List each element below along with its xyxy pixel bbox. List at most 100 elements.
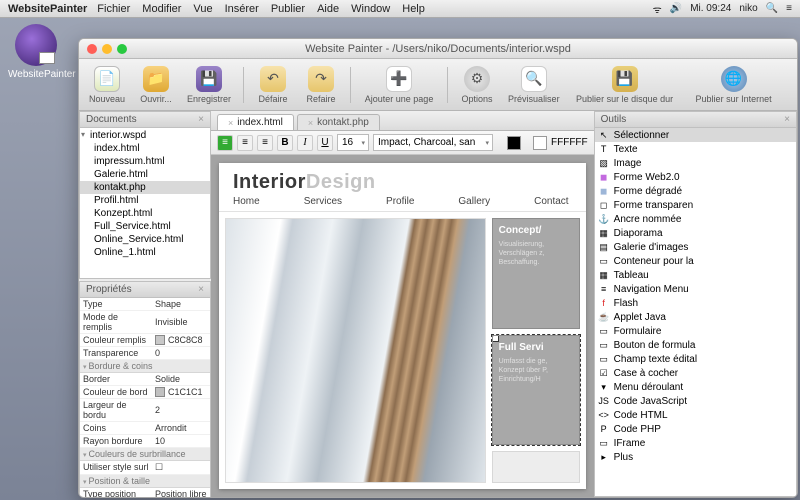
wifi-icon[interactable]: ᯤ — [653, 2, 662, 16]
tool-item[interactable]: ◼Forme Web2.0 — [595, 170, 796, 184]
property-row[interactable]: TypeShape — [80, 298, 210, 311]
tab-index[interactable]: ×index.html — [217, 114, 294, 130]
underline-button[interactable]: U — [317, 135, 333, 151]
close-button[interactable] — [87, 44, 97, 54]
new-button[interactable]: 📄Nouveau — [85, 64, 129, 106]
spotlight-icon[interactable]: 🔍 — [766, 3, 778, 14]
property-row[interactable]: Transparence0 — [80, 347, 210, 360]
file-item[interactable]: Profil.html — [80, 194, 210, 207]
tool-item[interactable]: ▭Formulaire — [595, 324, 796, 338]
file-item[interactable]: Online_Service.html — [80, 233, 210, 246]
clock[interactable]: Mi. 09:24 — [690, 3, 731, 14]
tool-item[interactable]: TTexte — [595, 142, 796, 156]
publish-web-button[interactable]: 🌐Publier sur Internet — [686, 64, 782, 106]
font-size-select[interactable]: 16 — [337, 134, 369, 151]
tool-item[interactable]: ▤Galerie d'images — [595, 240, 796, 254]
sidebar-blank[interactable] — [492, 451, 580, 483]
page-canvas[interactable]: InteriorDesign Home Services Profile Gal… — [211, 155, 594, 497]
tool-item[interactable]: JSCode JavaScript — [595, 394, 796, 408]
tool-item[interactable]: ◼Forme dégradé — [595, 184, 796, 198]
publish-disk-button[interactable]: 💾Publier sur le disque dur — [570, 64, 680, 106]
minimize-button[interactable] — [102, 44, 112, 54]
property-row[interactable]: Mode de remplisInvisible — [80, 311, 210, 334]
property-row[interactable]: BorderSolide — [80, 373, 210, 386]
file-item[interactable]: Galerie.html — [80, 168, 210, 181]
tool-item[interactable]: ◻Forme transparen — [595, 198, 796, 212]
tool-item[interactable]: ⚓Ancre nommée — [595, 212, 796, 226]
tool-item[interactable]: ▭Conteneur pour la — [595, 254, 796, 268]
undo-button[interactable]: ↶Défaire — [252, 64, 294, 106]
tool-item[interactable]: ▭Bouton de formula — [595, 338, 796, 352]
file-item[interactable]: impressum.html — [80, 155, 210, 168]
close-tab-icon[interactable]: × — [228, 118, 233, 128]
tool-item[interactable]: ↖Sélectionner — [595, 128, 796, 142]
menu-aide[interactable]: Aide — [317, 3, 339, 15]
property-row[interactable]: Couleur de bordC1C1C1 — [80, 386, 210, 399]
align-center-button[interactable]: ≡ — [237, 135, 253, 151]
site-logo[interactable]: InteriorDesign — [219, 163, 586, 196]
nav-home[interactable]: Home — [233, 196, 260, 207]
documents-tree[interactable]: interior.wspd index.htmlimpressum.htmlGa… — [80, 128, 210, 278]
property-row[interactable]: Couleur remplisC8C8C8 — [80, 334, 210, 347]
preview-button[interactable]: 🔍Prévisualiser — [504, 64, 564, 106]
file-item[interactable]: Konzept.html — [80, 207, 210, 220]
tool-item[interactable]: ▾Menu déroulant — [595, 380, 796, 394]
bold-button[interactable]: B — [277, 135, 293, 151]
property-row[interactable]: Rayon bordure10 — [80, 435, 210, 448]
tool-item[interactable]: PCode PHP — [595, 422, 796, 436]
tool-item[interactable]: <>Code HTML — [595, 408, 796, 422]
desktop-app-icon[interactable]: WebsitePainter — [8, 24, 64, 80]
nav-services[interactable]: Services — [304, 196, 342, 207]
file-item[interactable]: index.html — [80, 142, 210, 155]
properties-list[interactable]: TypeShapeMode de remplisInvisibleCouleur… — [80, 298, 210, 497]
tools-list[interactable]: ↖SélectionnerTTexte▧Image◼Forme Web2.0◼F… — [595, 128, 796, 496]
add-page-button[interactable]: ➕Ajouter une page — [359, 64, 439, 106]
tool-item[interactable]: ≡Navigation Menu — [595, 282, 796, 296]
menu-vue[interactable]: Vue — [193, 3, 212, 15]
sidebar-card-fullservice[interactable]: Full ServiUmfasst die ge, Konzept über P… — [492, 335, 580, 446]
hero-image[interactable] — [225, 218, 486, 483]
tool-item[interactable]: ▦Diaporama — [595, 226, 796, 240]
close-tab-icon[interactable]: × — [308, 118, 313, 128]
align-right-button[interactable]: ≡ — [257, 135, 273, 151]
property-category[interactable]: Position & taille — [80, 475, 210, 488]
tool-item[interactable]: fFlash — [595, 296, 796, 310]
menu-window[interactable]: Window — [351, 3, 390, 15]
sidebar-card-concept[interactable]: Concept/Visualisierung, Verschlägen z, B… — [492, 218, 580, 329]
font-family-select[interactable]: Impact, Charcoal, san — [373, 134, 493, 151]
property-row[interactable]: Largeur de bordu2 — [80, 399, 210, 422]
file-item[interactable]: kontakt.php — [80, 181, 210, 194]
page-preview[interactable]: InteriorDesign Home Services Profile Gal… — [219, 163, 586, 489]
menu-help[interactable]: Help — [402, 3, 425, 15]
speaker-icon[interactable]: 🔊 — [670, 3, 682, 14]
user-menu[interactable]: niko — [739, 3, 757, 14]
zoom-button[interactable] — [117, 44, 127, 54]
property-category[interactable]: Couleurs de surbrillance — [80, 448, 210, 461]
align-left-button[interactable]: ≡ — [217, 135, 233, 151]
tool-item[interactable]: ☑Case à cocher — [595, 366, 796, 380]
options-button[interactable]: ⚙Options — [456, 64, 498, 106]
nav-gallery[interactable]: Gallery — [458, 196, 490, 207]
tool-item[interactable]: ▦Tableau — [595, 268, 796, 282]
open-button[interactable]: 📁Ouvrir... — [135, 64, 177, 106]
close-icon[interactable]: × — [784, 114, 790, 125]
menu-publier[interactable]: Publier — [271, 3, 305, 15]
nav-contact[interactable]: Contact — [534, 196, 568, 207]
property-row[interactable]: CoinsArrondit — [80, 422, 210, 435]
nav-profile[interactable]: Profile — [386, 196, 414, 207]
site-nav[interactable]: Home Services Profile Gallery Contact — [219, 196, 586, 212]
close-icon[interactable]: × — [198, 114, 204, 125]
save-button[interactable]: 💾Enregistrer — [183, 64, 235, 106]
property-row[interactable]: Type positionPosition libre — [80, 488, 210, 497]
menu-fichier[interactable]: Fichier — [97, 3, 130, 15]
menu-modifier[interactable]: Modifier — [142, 3, 181, 15]
tool-item[interactable]: ▸Plus — [595, 450, 796, 464]
file-item[interactable]: Online_1.html — [80, 246, 210, 259]
property-row[interactable]: Utiliser style surl☐ — [80, 461, 210, 475]
menu-inserer[interactable]: Insérer — [225, 3, 259, 15]
tab-kontakt[interactable]: ×kontakt.php — [297, 114, 380, 130]
project-root[interactable]: interior.wspd — [80, 128, 210, 142]
text-color-swatch[interactable] — [507, 136, 521, 150]
tool-item[interactable]: ▭Champ texte édital — [595, 352, 796, 366]
fill-color-swatch[interactable] — [533, 136, 547, 150]
